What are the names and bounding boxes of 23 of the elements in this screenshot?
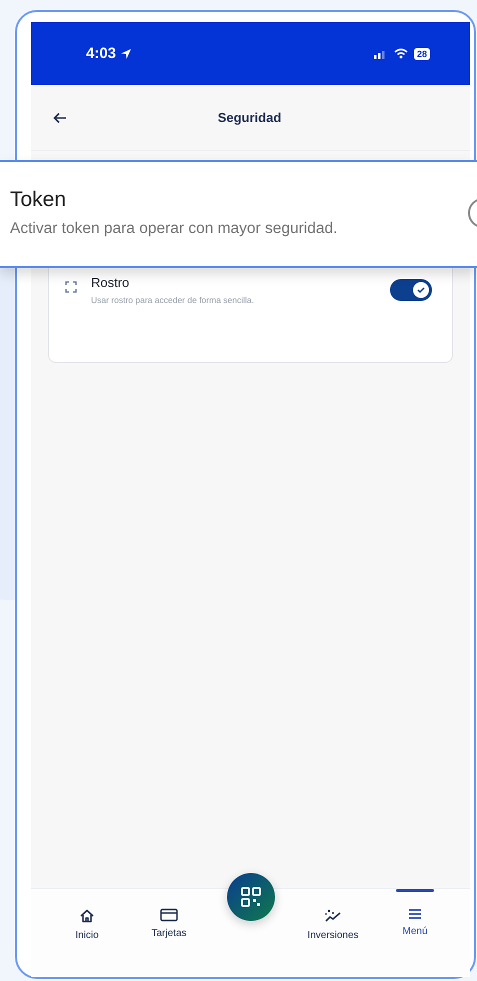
nav-tab[interactable]: Inicio <box>46 889 128 941</box>
check-icon <box>416 285 426 295</box>
option-description: Usar rostro para acceder de forma sencilla. <box>91 295 255 305</box>
wifi-icon <box>394 48 408 59</box>
nav-tab[interactable]: Menú <box>374 889 456 937</box>
nav-tab[interactable]: Inversiones <box>292 889 374 941</box>
callout-description: Activar token para operar con mayor seguridad. <box>10 220 338 238</box>
callout-title: Token <box>10 188 68 212</box>
location-arrow-icon <box>120 48 132 60</box>
toggle-switch[interactable] <box>390 279 432 301</box>
option-title: Rostro <box>91 275 130 290</box>
card-icon <box>160 908 178 922</box>
home-icon <box>79 908 95 924</box>
menu-icon <box>408 908 422 920</box>
nav-tab[interactable]: Tarjetas <box>128 889 210 939</box>
qr-code-icon <box>240 886 262 908</box>
scan-button[interactable] <box>227 873 275 921</box>
face-scan-icon <box>65 281 77 293</box>
sparkle-chart-icon <box>324 908 342 924</box>
back-arrow-icon[interactable] <box>53 112 67 124</box>
page-title: Seguridad <box>216 110 282 125</box>
battery-indicator: 28 <box>414 48 430 60</box>
status-time: 4:03 <box>86 45 116 62</box>
